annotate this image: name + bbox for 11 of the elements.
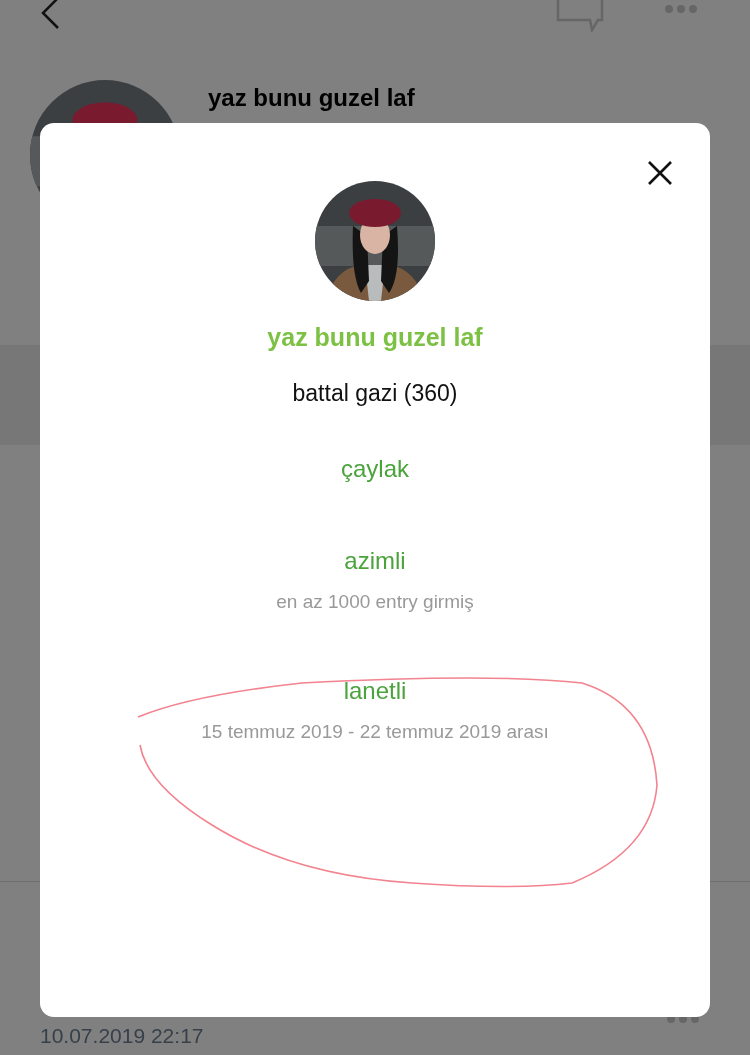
badge-title: azimli bbox=[344, 547, 406, 575]
badge-description: en az 1000 entry girmiş bbox=[276, 591, 474, 613]
profile-title: yaz bunu guzel laf bbox=[208, 84, 415, 112]
badge-title: lanetli bbox=[343, 677, 407, 705]
badge-title: çaylak bbox=[341, 455, 409, 483]
close-icon[interactable] bbox=[647, 160, 673, 186]
back-icon[interactable] bbox=[40, 0, 60, 30]
badge-description: 15 temmuz 2019 - 22 temmuz 2019 arası bbox=[201, 721, 549, 743]
user-subtitle: battal gazi (360) bbox=[292, 380, 458, 407]
user-name[interactable]: yaz bunu guzel laf bbox=[267, 323, 483, 352]
entry-date: 10.07.2019 22:17 bbox=[40, 1024, 204, 1048]
